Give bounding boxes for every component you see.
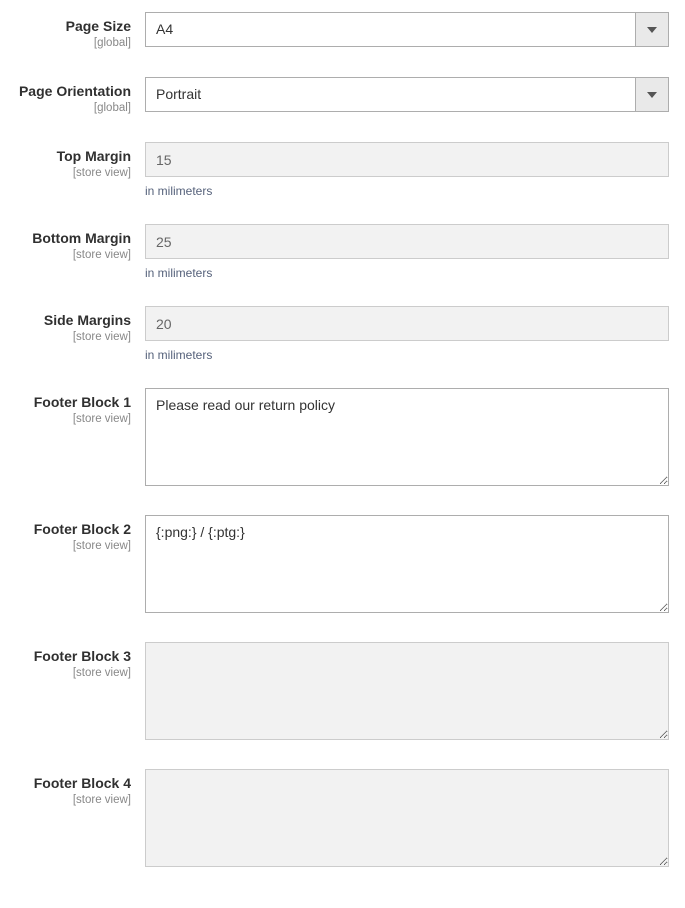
field-top-margin: Top Margin [store view] in milimeters <box>10 142 675 198</box>
field-col <box>145 515 675 616</box>
field-footer-block-2: Footer Block 2 [store view] <box>10 515 675 616</box>
field-footer-block-3: Footer Block 3 [store view] <box>10 642 675 743</box>
label-col: Footer Block 2 [store view] <box>10 515 145 554</box>
footer-block-1-textarea[interactable] <box>145 388 669 486</box>
footer-block-3-label: Footer Block 3 <box>10 647 131 665</box>
footer-block-2-label: Footer Block 2 <box>10 520 131 538</box>
field-bottom-margin: Bottom Margin [store view] in milimeters <box>10 224 675 280</box>
footer-block-4-scope: [store view] <box>10 793 131 808</box>
field-col <box>145 388 675 489</box>
field-col: in milimeters <box>145 306 675 362</box>
chevron-down-icon <box>647 27 657 33</box>
label-col: Page Size [global] <box>10 12 145 51</box>
field-page-size: Page Size [global] A4 <box>10 12 675 51</box>
footer-block-4-label: Footer Block 4 <box>10 774 131 792</box>
field-side-margins: Side Margins [store view] in milimeters <box>10 306 675 362</box>
page-size-label: Page Size <box>10 17 131 35</box>
field-col: A4 <box>145 12 675 47</box>
page-orientation-dropdown-button[interactable] <box>635 77 669 112</box>
top-margin-input[interactable] <box>145 142 669 177</box>
top-margin-scope: [store view] <box>10 166 131 181</box>
page-size-dropdown-button[interactable] <box>635 12 669 47</box>
page-size-select[interactable]: A4 <box>145 12 669 47</box>
chevron-down-icon <box>647 92 657 98</box>
side-margins-label: Side Margins <box>10 311 131 329</box>
page-size-scope: [global] <box>10 36 131 51</box>
top-margin-hint: in milimeters <box>145 184 669 198</box>
page-orientation-value: Portrait <box>145 77 635 112</box>
bottom-margin-input[interactable] <box>145 224 669 259</box>
footer-block-3-scope: [store view] <box>10 666 131 681</box>
footer-block-1-label: Footer Block 1 <box>10 393 131 411</box>
bottom-margin-label: Bottom Margin <box>10 229 131 247</box>
page-orientation-label: Page Orientation <box>10 82 131 100</box>
footer-block-2-textarea[interactable] <box>145 515 669 613</box>
field-col <box>145 769 675 870</box>
label-col: Side Margins [store view] <box>10 306 145 345</box>
label-col: Bottom Margin [store view] <box>10 224 145 263</box>
field-footer-block-4: Footer Block 4 [store view] <box>10 769 675 870</box>
label-col: Footer Block 4 [store view] <box>10 769 145 808</box>
side-margins-scope: [store view] <box>10 330 131 345</box>
footer-block-4-textarea[interactable] <box>145 769 669 867</box>
field-col <box>145 642 675 743</box>
side-margins-input[interactable] <box>145 306 669 341</box>
page-orientation-scope: [global] <box>10 101 131 116</box>
bottom-margin-scope: [store view] <box>10 248 131 263</box>
footer-block-3-textarea[interactable] <box>145 642 669 740</box>
field-col: in milimeters <box>145 142 675 198</box>
top-margin-label: Top Margin <box>10 147 131 165</box>
footer-block-1-scope: [store view] <box>10 412 131 427</box>
label-col: Page Orientation [global] <box>10 77 145 116</box>
footer-block-2-scope: [store view] <box>10 539 131 554</box>
field-page-orientation: Page Orientation [global] Portrait <box>10 77 675 116</box>
page-orientation-select[interactable]: Portrait <box>145 77 669 112</box>
field-footer-block-1: Footer Block 1 [store view] <box>10 388 675 489</box>
page-size-value: A4 <box>145 12 635 47</box>
bottom-margin-hint: in milimeters <box>145 266 669 280</box>
label-col: Top Margin [store view] <box>10 142 145 181</box>
side-margins-hint: in milimeters <box>145 348 669 362</box>
label-col: Footer Block 3 [store view] <box>10 642 145 681</box>
field-col: in milimeters <box>145 224 675 280</box>
field-col: Portrait <box>145 77 675 112</box>
label-col: Footer Block 1 [store view] <box>10 388 145 427</box>
